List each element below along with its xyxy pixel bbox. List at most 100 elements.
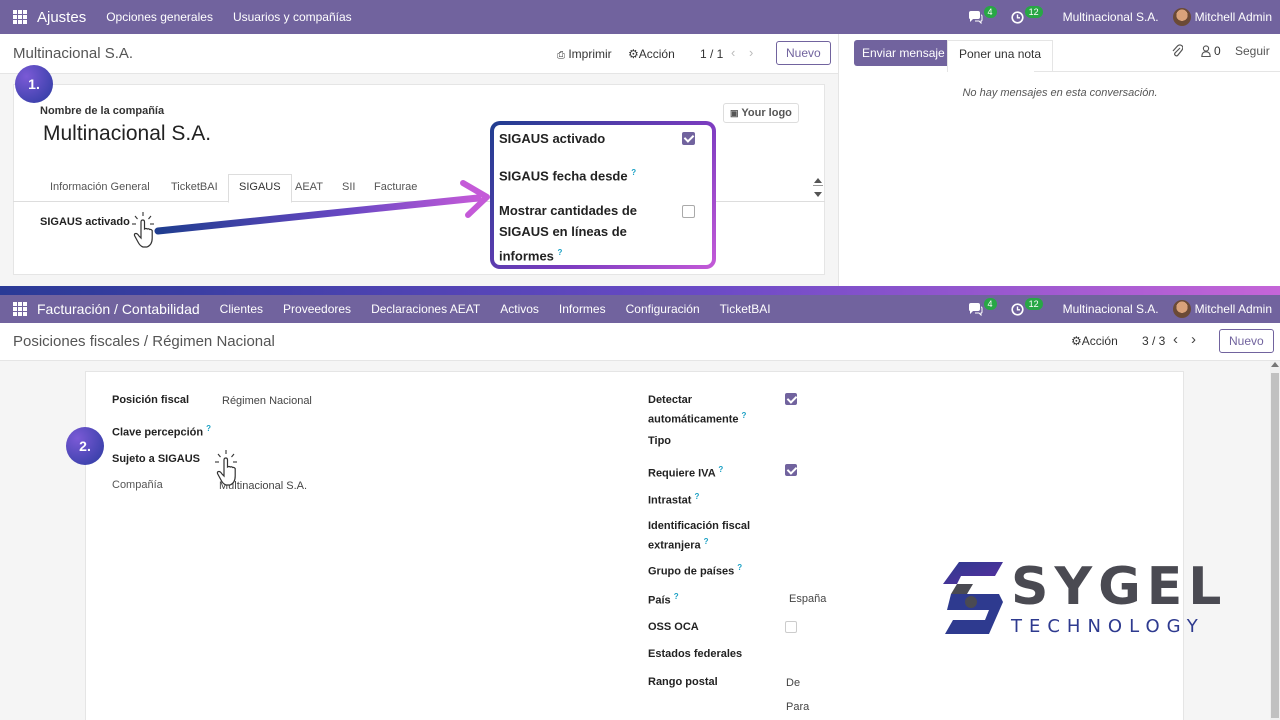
step-2-marker: 2. — [66, 427, 104, 465]
app-title[interactable]: Facturación / Contabilidad — [37, 301, 200, 317]
menu-ticketbai[interactable]: TicketBAI — [720, 302, 771, 316]
chatter-panel: Enviar mensaje Poner una nota 0 Seguir N… — [838, 34, 1280, 286]
company-switcher[interactable]: Multinacional S.A. — [1063, 10, 1159, 24]
messages-count-badge: 4 — [983, 298, 997, 310]
user-name: Mitchell Admin — [1194, 10, 1272, 24]
menu-usuarios-companias[interactable]: Usuarios y compañías — [233, 10, 352, 24]
bottom-navbar: Facturación / Contabilidad Clientes Prov… — [0, 295, 1280, 323]
requiere-iva-checkbox[interactable] — [785, 464, 797, 476]
pointer-arrow — [154, 180, 490, 235]
click-cursor-icon — [215, 450, 237, 486]
tab-informacion-general[interactable]: Información General — [50, 181, 150, 193]
breadcrumb-current: Régimen Nacional — [152, 333, 275, 350]
messages-button[interactable]: 4 — [968, 6, 997, 24]
activities-count-badge: 12 — [1024, 298, 1043, 310]
avatar — [1172, 8, 1191, 26]
apps-menu-icon[interactable] — [13, 302, 27, 316]
new-button[interactable]: Nuevo — [776, 41, 831, 65]
chevron-left-icon[interactable]: ‹ — [1173, 331, 1178, 348]
chatter-divider — [1034, 71, 1280, 72]
logo-upload-button[interactable]: ▣ Your logo — [723, 103, 799, 123]
pager-value[interactable]: 1 / 1 — [700, 47, 723, 61]
menu-informes[interactable]: Informes — [559, 302, 606, 316]
section-divider — [0, 286, 1280, 295]
send-message-button[interactable]: Enviar mensaje — [854, 40, 953, 66]
clock-icon — [1010, 302, 1024, 316]
menu-proveedores[interactable]: Proveedores — [283, 302, 351, 316]
intrastat-label: Intrastat ? — [648, 492, 700, 507]
action-label: Acción — [638, 47, 675, 61]
breadcrumb-separator: / — [143, 333, 149, 350]
pager-value[interactable]: 3 / 3 — [1142, 334, 1165, 348]
app-title[interactable]: Ajustes — [37, 9, 86, 26]
chat-icon — [968, 10, 983, 24]
action-button[interactable]: ⚙Acción — [628, 47, 675, 61]
fiscal-position-sheet — [85, 371, 1184, 720]
scroll-divider — [813, 185, 823, 186]
print-button[interactable]: ⎙ Imprimir — [557, 47, 612, 61]
sygel-logo: SYGEL TECHNOLOGY — [943, 560, 1221, 640]
top-navbar: Ajustes Opciones generales Usuarios y co… — [0, 0, 1280, 34]
clave-percepcion-label: Clave percepción ? — [112, 424, 212, 439]
user-menu[interactable]: Mitchell Admin — [1172, 300, 1272, 318]
user-name: Mitchell Admin — [1194, 302, 1272, 316]
scroll-up-icon[interactable] — [814, 178, 822, 183]
apps-menu-icon[interactable] — [13, 10, 27, 24]
chevron-right-icon[interactable]: › — [1191, 331, 1196, 348]
follow-button[interactable]: Seguir — [1235, 44, 1270, 58]
menu-declaraciones-aeat[interactable]: Declaraciones AEAT — [371, 302, 480, 316]
grupo-paises-label: Grupo de países ? — [648, 563, 743, 578]
avatar — [1172, 300, 1191, 318]
step-1-marker: 1. — [15, 65, 53, 103]
followers-button[interactable]: 0 — [1201, 44, 1221, 58]
print-icon: ⎙ — [557, 50, 565, 61]
rango-de-field[interactable]: De — [786, 677, 800, 689]
log-note-button[interactable]: Poner una nota — [947, 40, 1054, 72]
popup-sigaus-activado-checkbox[interactable] — [682, 132, 695, 145]
pais-label: País ? — [648, 592, 679, 607]
logo-label: Your logo — [741, 107, 792, 119]
posicion-fiscal-field[interactable]: Régimen Nacional — [222, 395, 312, 407]
popup-mostrar-checkbox[interactable] — [682, 205, 695, 218]
requiere-iva-label: Requiere IVA ? — [648, 465, 724, 480]
no-messages-text: No hay mensajes en esta conversación. — [962, 87, 1158, 99]
posicion-fiscal-label: Posición fiscal — [112, 394, 190, 406]
oss-oca-checkbox[interactable] — [785, 621, 797, 633]
clock-icon — [1010, 10, 1024, 24]
scrollbar-thumb[interactable] — [1271, 373, 1279, 718]
scroll-up-icon[interactable] — [1271, 362, 1279, 367]
messages-button[interactable]: 4 — [968, 298, 997, 316]
paperclip-icon[interactable] — [1171, 44, 1184, 61]
breadcrumb: Multinacional S.A. — [13, 45, 134, 62]
action-label: Acción — [1081, 334, 1118, 348]
menu-configuracion[interactable]: Configuración — [626, 302, 700, 316]
activities-button[interactable]: 12 — [1010, 298, 1043, 316]
detectar-checkbox[interactable] — [785, 393, 797, 405]
menu-activos[interactable]: Activos — [500, 302, 539, 316]
company-switcher[interactable]: Multinacional S.A. — [1063, 302, 1159, 316]
gear-icon: ⚙ — [1071, 334, 1082, 348]
breadcrumb: Posiciones fiscales / Régimen Nacional — [13, 333, 275, 350]
rango-para-field[interactable]: Para — [786, 701, 809, 713]
menu-opciones-generales[interactable]: Opciones generales — [106, 10, 213, 24]
new-button[interactable]: Nuevo — [1219, 329, 1274, 353]
activities-button[interactable]: 12 — [1010, 6, 1043, 24]
scroll-down-icon[interactable] — [814, 192, 822, 197]
breadcrumb-parent[interactable]: Posiciones fiscales — [13, 333, 140, 350]
id-fiscal-extranjera-label: Identificación fiscal extranjera ? — [648, 520, 751, 552]
menu-clientes[interactable]: Clientes — [220, 302, 263, 316]
popup-sigaus-fecha-label: SIGAUS fecha desde ? — [499, 168, 637, 184]
action-button[interactable]: ⚙Acción — [1071, 334, 1118, 348]
sygel-wordmark: SYGEL — [1011, 557, 1228, 617]
pais-field[interactable]: España — [789, 593, 826, 605]
print-label: Imprimir — [568, 47, 612, 61]
company-name-label: Nombre de la compañía — [40, 105, 165, 117]
company-name-field[interactable]: Multinacional S.A. — [43, 122, 211, 146]
top-control-panel: Multinacional S.A. ⎙ Imprimir ⚙Acción 1 … — [0, 34, 838, 74]
popup-sigaus-activado-label: SIGAUS activado — [499, 131, 606, 146]
estados-federales-label: Estados federales — [648, 648, 743, 660]
chevron-right-icon[interactable]: › — [749, 45, 753, 60]
user-menu[interactable]: Mitchell Admin — [1172, 8, 1272, 26]
sigaus-activado-label: SIGAUS activado — [40, 216, 130, 228]
chevron-left-icon[interactable]: ‹ — [731, 45, 735, 60]
